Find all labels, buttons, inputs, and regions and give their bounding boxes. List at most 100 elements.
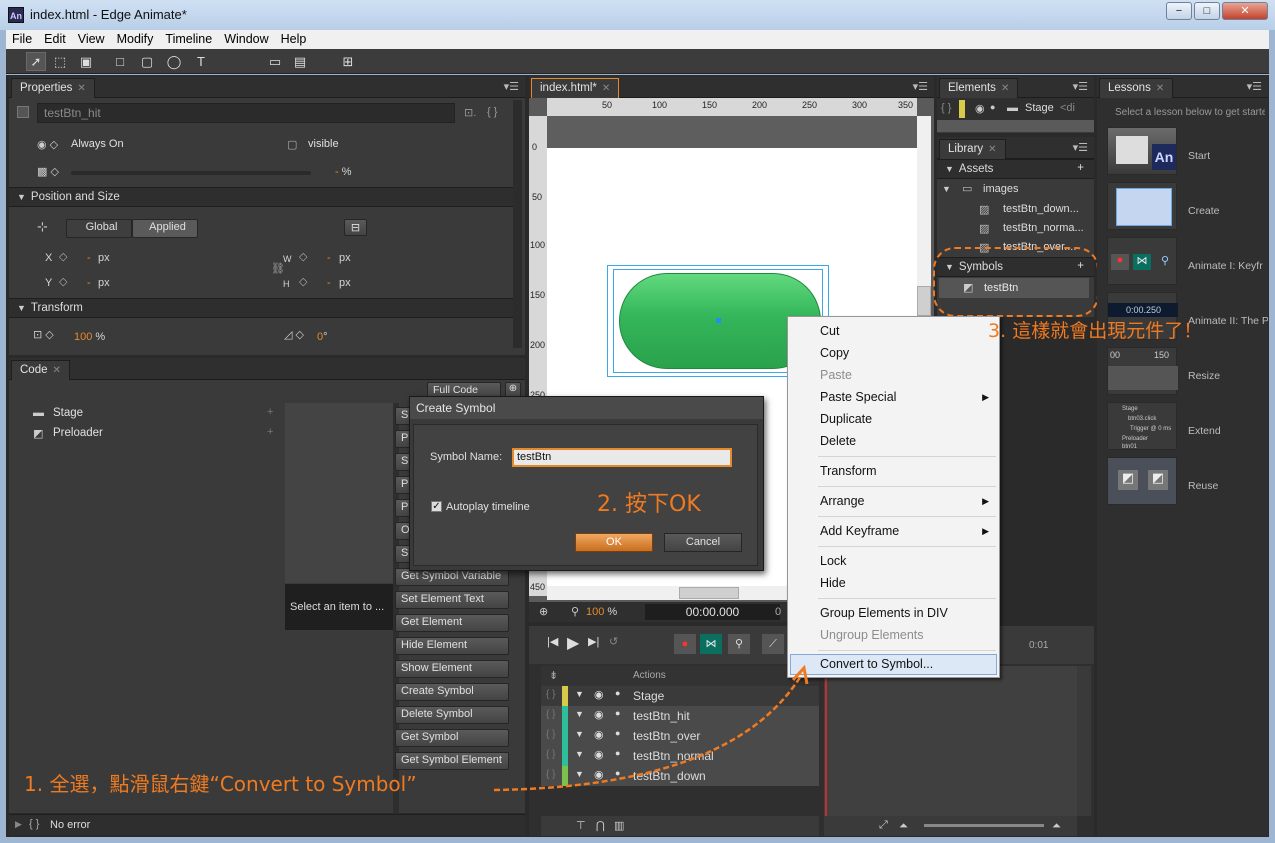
fit-icon[interactable]: ⤢ bbox=[879, 819, 888, 832]
menu-help[interactable]: Help bbox=[275, 30, 313, 46]
snippet-get-element[interactable]: Get Element bbox=[395, 614, 509, 632]
stage-hscroll-thumb[interactable] bbox=[679, 587, 739, 599]
stroke-color-icon[interactable]: ▭ bbox=[265, 52, 285, 71]
x-value[interactable]: - bbox=[87, 252, 91, 264]
lesson-create-thumb[interactable] bbox=[1107, 182, 1177, 230]
menu-window[interactable]: Window bbox=[218, 30, 274, 46]
menu-item-copy[interactable]: Copy bbox=[820, 346, 849, 360]
go-to-start-icon[interactable]: |◀ bbox=[547, 635, 558, 648]
menu-item-paste-special[interactable]: Paste Special bbox=[820, 390, 896, 404]
fill-color-icon[interactable]: ▤ bbox=[290, 52, 310, 71]
menu-edit[interactable]: Edit bbox=[38, 30, 72, 46]
align-icon[interactable]: ⊞ bbox=[338, 52, 358, 71]
h-unit[interactable]: px bbox=[339, 277, 351, 289]
tab-library[interactable]: Library ✕ bbox=[939, 139, 1006, 159]
scale-value[interactable]: 100 % bbox=[74, 331, 105, 343]
text-tool-icon[interactable]: T bbox=[191, 52, 211, 71]
panel-menu-icon[interactable]: ▾☰ bbox=[504, 80, 519, 93]
code-tree-stage[interactable]: Stage bbox=[53, 407, 83, 419]
origin-icon[interactable]: ⊹ bbox=[37, 219, 48, 235]
h-keyframe-icon[interactable]: ◇ bbox=[299, 275, 307, 288]
tab-code[interactable]: Code ✕ bbox=[11, 360, 70, 380]
transform-origin-handle[interactable] bbox=[716, 318, 721, 323]
code-tree-preloader[interactable]: Preloader bbox=[53, 427, 103, 439]
menu-item-hide[interactable]: Hide bbox=[820, 576, 846, 590]
opacity-value[interactable]: - % bbox=[335, 166, 352, 178]
selection-tool-icon[interactable]: ➚ bbox=[26, 52, 46, 71]
menu-item-ungroup[interactable]: Ungroup Elements bbox=[820, 628, 924, 642]
menu-item-paste[interactable]: Paste bbox=[820, 368, 852, 382]
tab-lessons[interactable]: Lessons ✕ bbox=[1099, 78, 1174, 98]
elements-row-stage[interactable]: { } ◉ ● ▬ Stage <di bbox=[937, 98, 1094, 120]
global-button[interactable]: Global bbox=[66, 219, 132, 238]
elements-code-icon[interactable]: { } bbox=[941, 102, 951, 114]
menu-view[interactable]: View bbox=[72, 30, 111, 46]
w-unit[interactable]: px bbox=[339, 252, 351, 264]
eye-icon[interactable]: ◉ bbox=[975, 102, 985, 115]
lesson-resize[interactable]: Resize bbox=[1188, 370, 1220, 382]
minimize-button[interactable]: − bbox=[1166, 2, 1192, 20]
menu-item-delete[interactable]: Delete bbox=[820, 434, 856, 448]
y-keyframe-icon[interactable]: ◇ bbox=[59, 275, 67, 288]
elements-hscrollbar[interactable] bbox=[937, 120, 1094, 132]
go-to-end-icon[interactable]: ▶| bbox=[588, 635, 599, 648]
zoom-in-icon[interactable]: ⏶ bbox=[1052, 820, 1061, 833]
y-unit[interactable]: px bbox=[98, 277, 110, 289]
lesson-reuse-thumb[interactable]: ◩ ◩ bbox=[1107, 457, 1177, 505]
code-braces-icon[interactable]: { } bbox=[487, 106, 497, 118]
overflow-mode[interactable]: visible bbox=[308, 138, 339, 150]
lesson-reuse[interactable]: Reuse bbox=[1188, 480, 1218, 492]
library-menu-icon[interactable]: ▾☰ bbox=[1073, 141, 1088, 154]
timeline-zoom-slider[interactable] bbox=[924, 824, 1044, 827]
element-name-field[interactable]: testBtn_hit bbox=[37, 103, 455, 123]
h-value[interactable]: - bbox=[327, 277, 331, 289]
library-images-folder[interactable]: images bbox=[983, 183, 1018, 195]
transform-section[interactable]: ▼ Transform bbox=[9, 298, 513, 318]
position-size-section[interactable]: ▼ Position and Size bbox=[9, 187, 513, 207]
lesson-start-thumb[interactable]: An bbox=[1107, 127, 1177, 175]
menu-item-convert-to-symbol[interactable]: Convert to Symbol... bbox=[820, 657, 933, 671]
clipping-tool-icon[interactable]: ▣ bbox=[76, 52, 96, 71]
lesson-create[interactable]: Create bbox=[1188, 205, 1220, 217]
transform-tool-icon[interactable]: ⬚ bbox=[50, 52, 70, 71]
properties-scrollbar[interactable] bbox=[513, 100, 522, 348]
cancel-button[interactable]: Cancel bbox=[664, 533, 742, 552]
timeline-vscrollbar[interactable] bbox=[1077, 666, 1091, 816]
library-assets-section[interactable]: ▼ Assets + bbox=[937, 159, 1094, 179]
filter-icon[interactable]: ⊤ bbox=[576, 819, 586, 832]
menu-item-cut[interactable]: Cut bbox=[820, 324, 839, 338]
lesson-animate1[interactable]: Animate I: Keyfr bbox=[1188, 260, 1268, 272]
grid-icon[interactable]: ▥ bbox=[614, 819, 624, 832]
lesson-resize-thumb[interactable]: 00 150 bbox=[1107, 347, 1178, 395]
menu-timeline[interactable]: Timeline bbox=[159, 30, 218, 46]
x-keyframe-icon[interactable]: ◇ bbox=[59, 250, 67, 263]
maximize-button[interactable]: □ bbox=[1194, 2, 1220, 20]
lock-dot-icon[interactable]: ● bbox=[990, 102, 995, 112]
stage-panel-menu-icon[interactable]: ▾☰ bbox=[913, 80, 928, 93]
menu-item-add-keyframe[interactable]: Add Keyframe bbox=[820, 524, 899, 538]
lesson-extend-thumb[interactable]: Stage btn03.click Trigger @ 0 ms Preload… bbox=[1107, 402, 1177, 450]
rectangle-tool-icon[interactable]: □ bbox=[110, 52, 130, 71]
stage-scroll-thumb[interactable] bbox=[917, 286, 931, 316]
w-keyframe-icon[interactable]: ◇ bbox=[299, 250, 307, 263]
menu-item-lock[interactable]: Lock bbox=[820, 554, 846, 568]
playhead[interactable] bbox=[825, 666, 827, 816]
lesson-animate1-thumb[interactable]: ● ⋈ ⚲ bbox=[1107, 237, 1177, 285]
time-display[interactable]: 00:00.000 bbox=[645, 604, 780, 620]
y-value[interactable]: - bbox=[87, 277, 91, 289]
ellipse-tool-icon[interactable]: ◯ bbox=[164, 52, 184, 71]
snippet-set-element-text[interactable]: Set Element Text bbox=[395, 591, 509, 609]
zoom-out-icon[interactable]: ⏶ bbox=[899, 820, 908, 833]
symbol-name-input[interactable]: testBtn bbox=[512, 448, 732, 467]
menu-item-transform[interactable]: Transform bbox=[820, 464, 877, 478]
crosshair-icon[interactable]: ⊕ bbox=[539, 605, 548, 618]
w-value[interactable]: - bbox=[327, 252, 331, 264]
applied-button[interactable]: Applied bbox=[132, 219, 198, 238]
rotate-value[interactable]: 0° bbox=[317, 331, 328, 343]
tab-properties[interactable]: Properties ✕ bbox=[11, 78, 95, 98]
images-folder-toggle[interactable]: ▼ bbox=[942, 184, 951, 194]
magnet-icon[interactable]: ⋂ bbox=[596, 819, 605, 832]
elements-stage-label[interactable]: Stage bbox=[1025, 102, 1054, 114]
library-file-down[interactable]: testBtn_down... bbox=[1003, 203, 1079, 215]
add-stage-action-icon[interactable]: + bbox=[267, 406, 273, 418]
